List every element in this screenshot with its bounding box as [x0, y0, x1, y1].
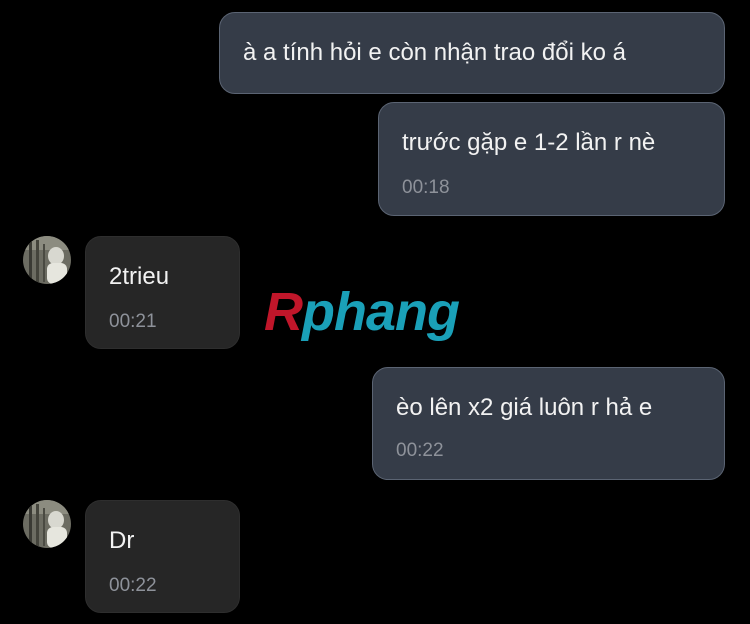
contact-avatar[interactable]: [23, 236, 71, 284]
svg-text:Rphang: Rphang: [264, 282, 460, 342]
message-timestamp: 00:18: [402, 177, 450, 198]
avatar-image: [23, 236, 71, 284]
message-timestamp: 00:22: [396, 440, 444, 461]
outgoing-message-bubble[interactable]: èo lên x2 giá luôn r hả e 00:22: [372, 367, 725, 480]
rphang-watermark-logo: Rphang: [262, 282, 492, 347]
avatar-image: [23, 500, 71, 548]
message-text: trước gặp e 1-2 lần r nè: [402, 129, 656, 156]
incoming-message-bubble[interactable]: Dr 00:22: [85, 500, 240, 613]
contact-avatar[interactable]: [23, 500, 71, 548]
message-text: à a tính hỏi e còn nhận trao đổi ko á: [243, 39, 626, 66]
message-text: èo lên x2 giá luôn r hả e: [396, 394, 653, 421]
message-text: Dr: [109, 527, 135, 554]
message-timestamp: 00:22: [109, 575, 157, 596]
outgoing-message-bubble[interactable]: à a tính hỏi e còn nhận trao đổi ko á: [219, 12, 725, 94]
message-timestamp: 00:21: [109, 311, 157, 332]
outgoing-message-bubble[interactable]: trước gặp e 1-2 lần r nè 00:18: [378, 102, 725, 216]
message-text: 2trieu: [109, 263, 170, 290]
watermark-logo-graphic: Rphang: [264, 282, 461, 342]
incoming-message-bubble[interactable]: 2trieu 00:21: [85, 236, 240, 349]
